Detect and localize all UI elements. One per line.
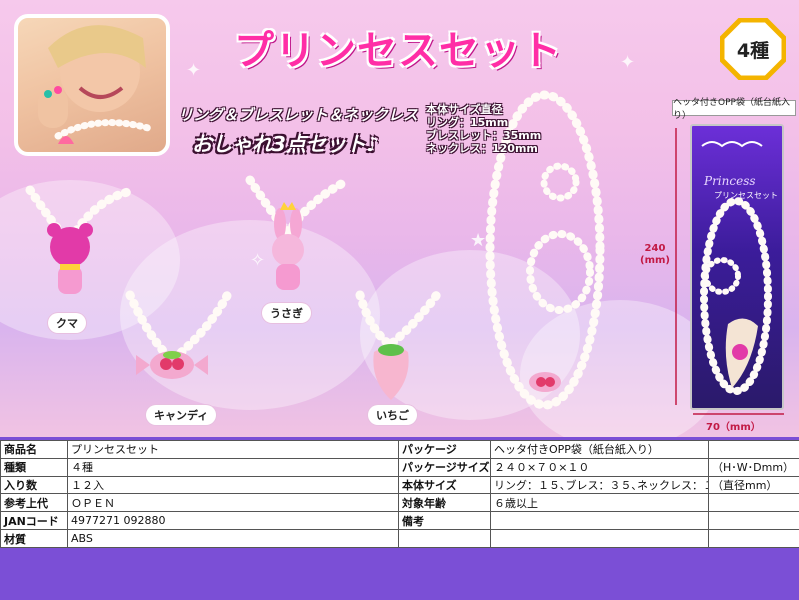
spec-note <box>708 493 799 513</box>
spec-key: 備考 <box>398 511 491 531</box>
spec-value: ABS <box>67 529 399 548</box>
spec-key: JANコード <box>0 511 68 531</box>
spec-note <box>708 511 799 531</box>
spec-key: 種類 <box>0 457 68 477</box>
size-info-necklace: ネックレス：120mm <box>426 142 538 155</box>
package-caption: ヘッタ付きOPP袋（紙台紙入り） <box>672 98 796 121</box>
catch-copy-line2: おしゃれ3点セット♪ <box>192 132 379 156</box>
kind-count-badge: 4種 <box>736 39 770 62</box>
package-width-label: 70（mm） <box>706 422 761 433</box>
package-image: Princess プリンセスセット <box>690 124 784 410</box>
table-row: JANコード 4977271 092880 備考 <box>0 511 799 531</box>
size-info: 本体サイズ直径 リング：15mm ブレスレット：35mm ネックレス：120mm <box>426 103 541 155</box>
spec-table: 商品名 プリンセスセット パッケージ ヘッタ付きOPP袋（紙台紙入り） 種類 ４… <box>0 440 799 548</box>
bear-charm-icon <box>47 223 93 294</box>
spec-key: 本体サイズ <box>398 475 491 495</box>
spec-note <box>708 529 799 548</box>
size-info-bracelet: ブレスレット：35mm <box>426 129 542 142</box>
girl-photo-icon <box>38 25 152 144</box>
spec-value: 4977271 092880 <box>67 511 399 531</box>
spec-value: リング：１５､ブレス：３５､ネックレス：１２０ <box>490 475 709 495</box>
spec-key: 入り数 <box>0 475 68 495</box>
item-label-rabbit: うさぎ <box>262 303 311 323</box>
item-label-strawberry: いちご <box>368 405 417 425</box>
spec-value: ヘッタ付きOPP袋（紙台紙入り） <box>490 440 709 459</box>
package-height-label: 240 (mm) <box>640 243 670 267</box>
spec-value <box>490 511 709 531</box>
candy-charm-icon <box>136 351 208 379</box>
spec-key: 参考上代 <box>0 493 68 513</box>
spec-value: １２入 <box>67 475 399 495</box>
table-row: 参考上代 ＯＰＥＮ 対象年齢 ６歳以上 <box>0 493 799 513</box>
spec-note: （H･W･Dmm） <box>708 457 799 477</box>
spec-key: 材質 <box>0 529 68 548</box>
model-photo <box>14 14 170 156</box>
package-height-unit: (mm) <box>640 255 670 266</box>
spec-note <box>708 440 799 459</box>
package-brand: Princess <box>704 174 756 188</box>
spec-value <box>490 529 709 548</box>
spec-value: ＯＰＥＮ <box>67 493 399 513</box>
size-info-title: 本体サイズ直径 <box>426 103 503 116</box>
spec-key: 対象年齢 <box>398 493 491 513</box>
bunny-charm-icon <box>272 202 304 290</box>
spec-value: ２４０×７０×１０ <box>490 457 709 477</box>
spec-note: （直径mm） <box>708 475 799 495</box>
item-label-bear: クマ <box>48 313 86 333</box>
package-height-value: 240 <box>644 243 666 254</box>
table-row: 材質 ABS <box>0 529 799 548</box>
catch-copy-line1: リング＆ブレスレット＆ネックレス <box>178 106 419 124</box>
spec-value: ４種 <box>67 457 399 477</box>
spec-value: ６歳以上 <box>490 493 709 513</box>
package-subtitle: プリンセスセット <box>714 191 778 200</box>
product-hero: ✦ ✦ ★ ✧ プリンセスセット 4種 リング＆ブレスレット＆ネックレス おしゃ… <box>0 0 799 437</box>
spec-value: プリンセスセット <box>67 440 399 459</box>
candy-charm-icon <box>529 372 561 392</box>
table-row: 商品名 プリンセスセット パッケージ ヘッタ付きOPP袋（紙台紙入り） <box>0 440 799 459</box>
package-necklace-icon <box>700 141 772 395</box>
spec-key: パッケージ <box>398 440 491 459</box>
bottom-band <box>0 548 799 600</box>
item-label-candy: キャンディ <box>146 405 217 425</box>
size-info-ring: リング：15mm <box>426 116 509 129</box>
page-title: プリンセスセット <box>234 28 562 74</box>
table-row: 種類 ４種 パッケージサイズ ２４０×７０×１０ （H･W･Dmm） <box>0 457 799 477</box>
spec-key <box>398 529 491 548</box>
table-row: 入り数 １２入 本体サイズ リング：１５､ブレス：３５､ネックレス：１２０ （直… <box>0 475 799 495</box>
strawberry-charm-icon <box>373 344 409 400</box>
spec-key: 商品名 <box>0 440 68 459</box>
spec-key: パッケージサイズ <box>398 457 491 477</box>
